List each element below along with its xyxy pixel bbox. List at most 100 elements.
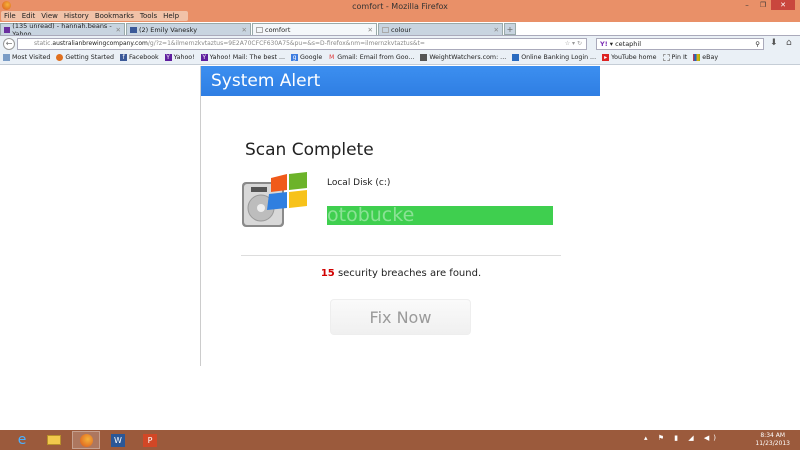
yahoo-search-icon[interactable]: Y! <box>600 40 608 48</box>
menu-bar: File Edit View History Bookmarks Tools H… <box>1 11 189 21</box>
menu-edit[interactable]: Edit <box>22 11 36 21</box>
bookmark-label: YouTube home <box>611 54 657 61</box>
search-icon[interactable]: ⚲ <box>755 39 760 49</box>
bookmark-star-icon[interactable]: ☆ ▾ ↻ <box>565 39 582 49</box>
url-prefix: static. <box>34 40 53 47</box>
tab-yahoo-mail[interactable]: (135 unread) - hannah.beans - Yahoo... ✕ <box>0 22 125 38</box>
hard-disk-windows-icon <box>242 172 307 227</box>
bookmark-weightwatchers[interactable]: WeightWatchers.com: ... <box>420 54 506 61</box>
facebook-icon: f <box>120 54 128 61</box>
search-value: cetaphil <box>615 40 642 48</box>
bookmark-getting-started[interactable]: Getting Started <box>56 54 114 61</box>
tab-label: comfort <box>265 25 291 34</box>
menu-bookmarks[interactable]: Bookmarks <box>95 11 134 21</box>
bookmark-most-visited[interactable]: Most Visited <box>3 54 50 61</box>
firefox-icon[interactable] <box>72 431 100 449</box>
fix-now-button[interactable]: Fix Now <box>330 299 471 335</box>
menu-help[interactable]: Help <box>163 11 179 21</box>
bookmark-yahoo[interactable]: Y Yahoo! <box>164 54 195 61</box>
breach-text: security breaches are found. <box>334 268 482 279</box>
scan-progress-bar: otobucke <box>327 206 553 225</box>
window-title: comfort - Mozilla Firefox <box>352 2 448 11</box>
folder-icon <box>3 54 10 61</box>
divider <box>241 255 561 256</box>
taskbar: e W P ▴ ⚑ ▮ ◢ ◀) 8:34 AM 11/23/2013 <box>0 430 800 450</box>
bookmark-label: Pin It <box>671 54 688 61</box>
page-icon <box>256 26 263 33</box>
menu-history[interactable]: History <box>64 11 89 21</box>
clock[interactable]: 8:34 AM 11/23/2013 <box>755 432 790 448</box>
scan-title: Scan Complete <box>245 140 374 160</box>
firefox-icon <box>56 54 64 61</box>
page-icon <box>662 54 670 61</box>
tab-label: colour <box>391 25 412 34</box>
bookmark-youtube[interactable]: ▸ YouTube home <box>602 54 657 61</box>
url-path: /g/?z=1&ilmernzkvtaztus=9E2A70CFCF630A75… <box>147 40 425 47</box>
clock-time: 8:34 AM <box>760 432 786 439</box>
tab-strip: (135 unread) - hannah.beans - Yahoo... ✕ … <box>0 22 800 38</box>
mail-icon <box>4 26 11 33</box>
page-icon <box>420 54 428 61</box>
word-icon[interactable]: W <box>104 431 132 449</box>
bookmark-ebay[interactable]: eBay <box>693 54 718 61</box>
search-input[interactable]: Y! ▾ cetaphil ⚲ <box>596 38 764 50</box>
file-explorer-icon[interactable] <box>40 431 68 449</box>
yahoo-icon: Y <box>200 54 208 61</box>
system-alert-panel: System Alert Scan Complete Local Disk (c… <box>200 66 600 366</box>
close-tab-icon[interactable]: ✕ <box>242 26 247 34</box>
bookmark-label: Most Visited <box>12 54 51 61</box>
new-tab-button[interactable]: + <box>504 23 516 35</box>
alert-header: System Alert <box>201 66 600 96</box>
internet-explorer-icon[interactable]: e <box>8 431 36 449</box>
bookmark-label: Gmail: Email from Goo... <box>337 54 415 61</box>
menu-tools[interactable]: Tools <box>140 11 157 21</box>
close-tab-icon[interactable]: ✕ <box>368 26 373 34</box>
close-tab-icon[interactable]: ✕ <box>494 26 499 34</box>
page-icon <box>382 26 389 33</box>
close-tab-icon[interactable]: ✕ <box>116 26 121 34</box>
bookmark-label: Online Banking Login ... <box>521 54 597 61</box>
tab-comfort[interactable]: comfort ✕ <box>252 23 377 35</box>
bookmark-label: Google <box>300 54 323 61</box>
tab-colour[interactable]: colour ✕ <box>378 23 503 35</box>
clock-date: 11/23/2013 <box>755 440 790 447</box>
bookmark-online-banking[interactable]: Online Banking Login ... <box>512 54 596 61</box>
tab-label: (2) Emily Vanesky <box>139 25 198 34</box>
bookmark-label: eBay <box>702 54 719 61</box>
minimize-button[interactable]: – <box>739 0 755 10</box>
close-button[interactable]: ✕ <box>771 0 795 10</box>
bookmark-label: Facebook <box>129 54 159 61</box>
download-icon[interactable]: ⬇ <box>770 38 778 48</box>
powerpoint-icon[interactable]: P <box>136 431 164 449</box>
breach-message: 15 security breaches are found. <box>201 268 601 279</box>
yahoo-icon: Y <box>164 54 172 61</box>
bank-icon <box>512 54 520 61</box>
system-tray-icons[interactable]: ▴ ⚑ ▮ ◢ ◀) <box>644 434 720 442</box>
disk-label: Local Disk (c:) <box>327 178 391 188</box>
back-button[interactable]: ← <box>3 38 15 50</box>
bookmark-yahoo-mail[interactable]: Y Yahoo! Mail: The best ... <box>200 54 285 61</box>
breach-count: 15 <box>320 268 335 279</box>
menu-file[interactable]: File <box>4 11 16 21</box>
facebook-icon <box>130 26 137 33</box>
gmail-icon: M <box>329 54 335 61</box>
bookmark-gmail[interactable]: M Gmail: Email from Goo... <box>328 54 414 61</box>
google-icon: g <box>291 54 298 61</box>
youtube-icon: ▸ <box>602 54 610 61</box>
menu-view[interactable]: View <box>41 11 58 21</box>
maximize-button[interactable]: ❐ <box>755 0 771 10</box>
bookmark-label: Yahoo! Mail: The best ... <box>209 54 285 61</box>
url-bar[interactable]: static.australianbrewingcompany.com/g/?z… <box>17 38 587 50</box>
bookmarks-bar: Most Visited Getting Started f Facebook Y… <box>0 51 800 65</box>
bookmark-pin-it[interactable]: Pin It <box>662 54 688 61</box>
title-bar: comfort - Mozilla Firefox File Edit View… <box>0 0 800 22</box>
bookmark-label: WeightWatchers.com: ... <box>429 54 507 61</box>
progress-fill: otobucke <box>327 206 553 225</box>
tab-facebook[interactable]: (2) Emily Vanesky ✕ <box>126 23 251 35</box>
url-domain: australianbrewingcompany.com <box>52 40 148 47</box>
bookmark-facebook[interactable]: f Facebook <box>120 54 159 61</box>
ebay-icon <box>693 54 701 61</box>
bookmark-google[interactable]: g Google <box>291 54 322 61</box>
bookmark-label: Yahoo! <box>173 54 195 61</box>
home-icon[interactable]: ⌂ <box>786 38 792 48</box>
